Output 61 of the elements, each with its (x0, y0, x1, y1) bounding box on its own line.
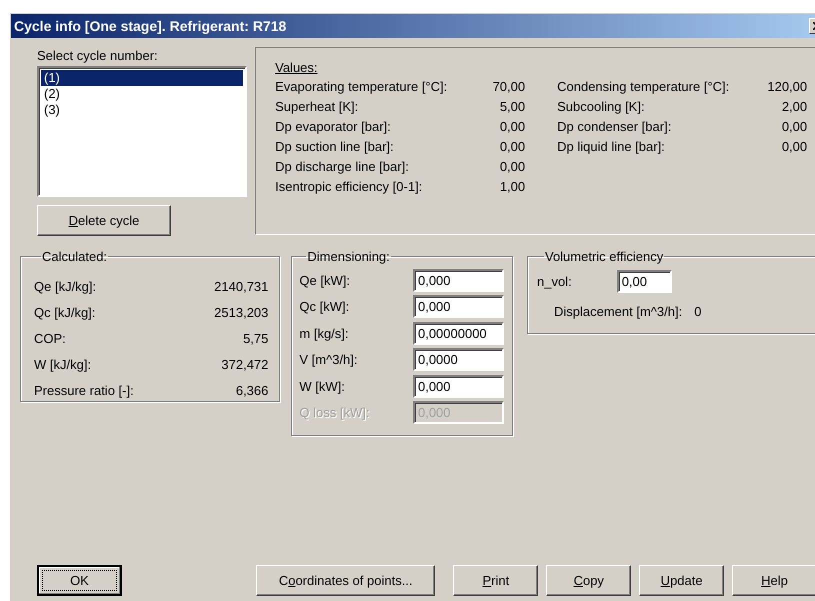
input-field[interactable]: 0,00000000 (412, 322, 504, 345)
value-label: Dp suction line [bar]: (275, 139, 395, 156)
list-item[interactable]: (2) (41, 86, 244, 102)
print-button[interactable]: Print (453, 565, 538, 596)
value-label: Dp discharge line [bar]: (275, 159, 410, 176)
value-number: 0,00 (498, 139, 526, 156)
value-label: Evaporating temperature [°C]: (275, 79, 448, 96)
list-label: Select cycle number: (37, 48, 159, 65)
help-button[interactable]: Help (732, 565, 815, 596)
field-label: m [kg/s]: (299, 326, 349, 341)
result-label: COP: (34, 330, 66, 346)
input-field[interactable]: 0,000 (412, 295, 504, 318)
result-value: 5,75 (243, 330, 268, 346)
delete-cycle-button[interactable]: Delete cycle (37, 205, 171, 236)
result-value: 372,472 (221, 356, 268, 372)
result-value: 6,366 (236, 382, 268, 398)
group-title: Volumetric efficiency (544, 249, 664, 264)
value-number: 0,00 (780, 139, 808, 156)
result-label: Qe [kJ/kg]: (34, 278, 96, 294)
result-label: Qc [kJ/kg]: (34, 304, 96, 320)
input-field[interactable]: 0,0000 (412, 348, 504, 372)
list-item[interactable]: (3) (41, 102, 244, 118)
value-number: 0,00 (780, 119, 808, 136)
value-number: 0,00 (498, 159, 526, 176)
result-value: 2140,731 (214, 278, 268, 294)
input-field[interactable]: 0,00 (616, 270, 672, 292)
values-heading: Values: (275, 60, 319, 77)
field-label: n_vol: (536, 274, 572, 288)
value-label: Dp evaporator [bar]: (275, 119, 392, 136)
value-number: 0,00 (498, 119, 526, 136)
list-item[interactable]: (1) (41, 70, 244, 86)
copy-button[interactable]: Copy (546, 565, 632, 596)
displacement-label: Displacement [m^3/h]: (554, 304, 682, 319)
field-label: Qe [kW]: (299, 272, 350, 288)
result-value: 2513,203 (214, 304, 268, 320)
ok-button[interactable]: OK (37, 565, 122, 596)
result-label: Pressure ratio [-]: (34, 382, 134, 398)
value-number: 70,00 (492, 79, 526, 96)
group-title: Calculated: (41, 249, 108, 264)
value-label: Dp liquid line [bar]: (557, 139, 666, 156)
displacement-value: 0 (694, 304, 702, 319)
result-label: W [kJ/kg]: (34, 356, 92, 372)
window-title: Cycle info [One stage]. Refrigerant: R718 (14, 18, 288, 34)
update-button[interactable]: Update (639, 565, 724, 596)
field-label: Qc [kW]: (299, 299, 350, 314)
input-field[interactable]: 0,000 (412, 374, 504, 398)
cycle-list[interactable]: (1) (2) (3) (37, 66, 248, 197)
field-label: V [m^3/h]: (299, 352, 358, 368)
value-label: Superheat [K]: (275, 99, 360, 116)
value-number: 1,00 (498, 179, 526, 196)
field-label: W [kW]: (299, 378, 345, 394)
value-label: Isentropic efficiency [0-1]: (275, 179, 424, 196)
input-field[interactable]: 0,000 (412, 268, 504, 292)
coordinates-button[interactable]: Coordinates of points... (256, 565, 436, 596)
value-number: 2,00 (780, 99, 808, 116)
value-label: Dp condenser [bar]: (557, 119, 672, 136)
value-label: Condensing temperature [°C]: (557, 79, 730, 96)
value-number: 5,00 (498, 99, 526, 116)
group-title: Dimensioning: (306, 249, 391, 264)
value-number: 120,00 (766, 79, 808, 96)
value-label: Subcooling [K]: (557, 99, 646, 116)
